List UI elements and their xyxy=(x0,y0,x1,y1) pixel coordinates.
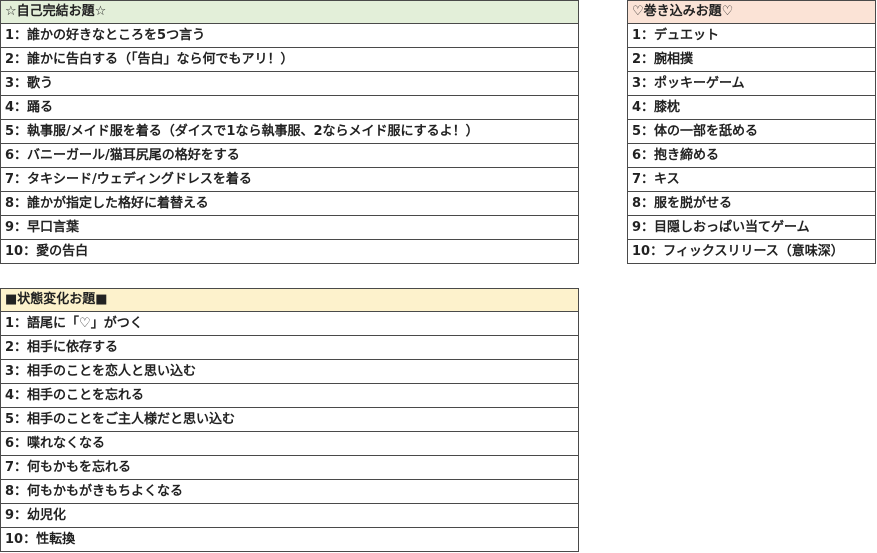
table-row: 7：キス xyxy=(627,167,876,192)
table-row: 9：目隠しおっぱい当てゲーム xyxy=(627,215,876,240)
table-row: 2：腕相撲 xyxy=(627,47,876,72)
table-row: 9：幼児化 xyxy=(0,503,579,528)
table-row: 2：相手に依存する xyxy=(0,335,579,360)
table-row: 9：早口言葉 xyxy=(0,215,579,240)
table-row: 4：膝枕 xyxy=(627,95,876,120)
table-row: 2：誰かに告白する（「告白」なら何でもアリ！） xyxy=(0,47,579,72)
state-change-table: ■状態変化お題■ 1：語尾に「♡」がつく 2：相手に依存する 3：相手のことを恋… xyxy=(0,288,579,552)
table-row: 3：ポッキーゲーム xyxy=(627,71,876,96)
table-row: 5：相手のことをご主人様だと思い込む xyxy=(0,407,579,432)
table-row: 3：歌う xyxy=(0,71,579,96)
table-row: 1：デュエット xyxy=(627,23,876,48)
table-row: 1：語尾に「♡」がつく xyxy=(0,311,579,336)
table-row: 8：誰かが指定した格好に着替える xyxy=(0,191,579,216)
table-header: ■状態変化お題■ xyxy=(0,288,579,312)
table-row: 6：抱き締める xyxy=(627,143,876,168)
self-complete-table: ☆自己完結お題☆ 1：誰かの好きなところを5つ言う 2：誰かに告白する（「告白」… xyxy=(0,0,579,264)
table-row: 4：踊る xyxy=(0,95,579,120)
table-row: 6：バニーガール/猫耳尻尾の格好をする xyxy=(0,143,579,168)
table-row: 10：性転換 xyxy=(0,527,579,552)
table-row: 1：誰かの好きなところを5つ言う xyxy=(0,23,579,48)
table-row: 10：愛の告白 xyxy=(0,239,579,264)
table-row: 3：相手のことを恋人と思い込む xyxy=(0,359,579,384)
table-row: 7：何もかもを忘れる xyxy=(0,455,579,480)
table-row: 6：喋れなくなる xyxy=(0,431,579,456)
table-header: ☆自己完結お題☆ xyxy=(0,0,579,24)
table-row: 10：フィックスリリース（意味深） xyxy=(627,239,876,264)
table-row: 5：執事服/メイド服を着る（ダイスで1なら執事服、2ならメイド服にするよ！） xyxy=(0,119,579,144)
table-row: 8：何もかもがきもちよくなる xyxy=(0,479,579,504)
table-row: 8：服を脱がせる xyxy=(627,191,876,216)
table-row: 7：タキシード/ウェディングドレスを着る xyxy=(0,167,579,192)
table-row: 4：相手のことを忘れる xyxy=(0,383,579,408)
involve-table: ♡巻き込みお題♡ 1：デュエット 2：腕相撲 3：ポッキーゲーム 4：膝枕 5：… xyxy=(627,0,876,264)
table-row: 5：体の一部を舐める xyxy=(627,119,876,144)
table-header: ♡巻き込みお題♡ xyxy=(627,0,876,24)
